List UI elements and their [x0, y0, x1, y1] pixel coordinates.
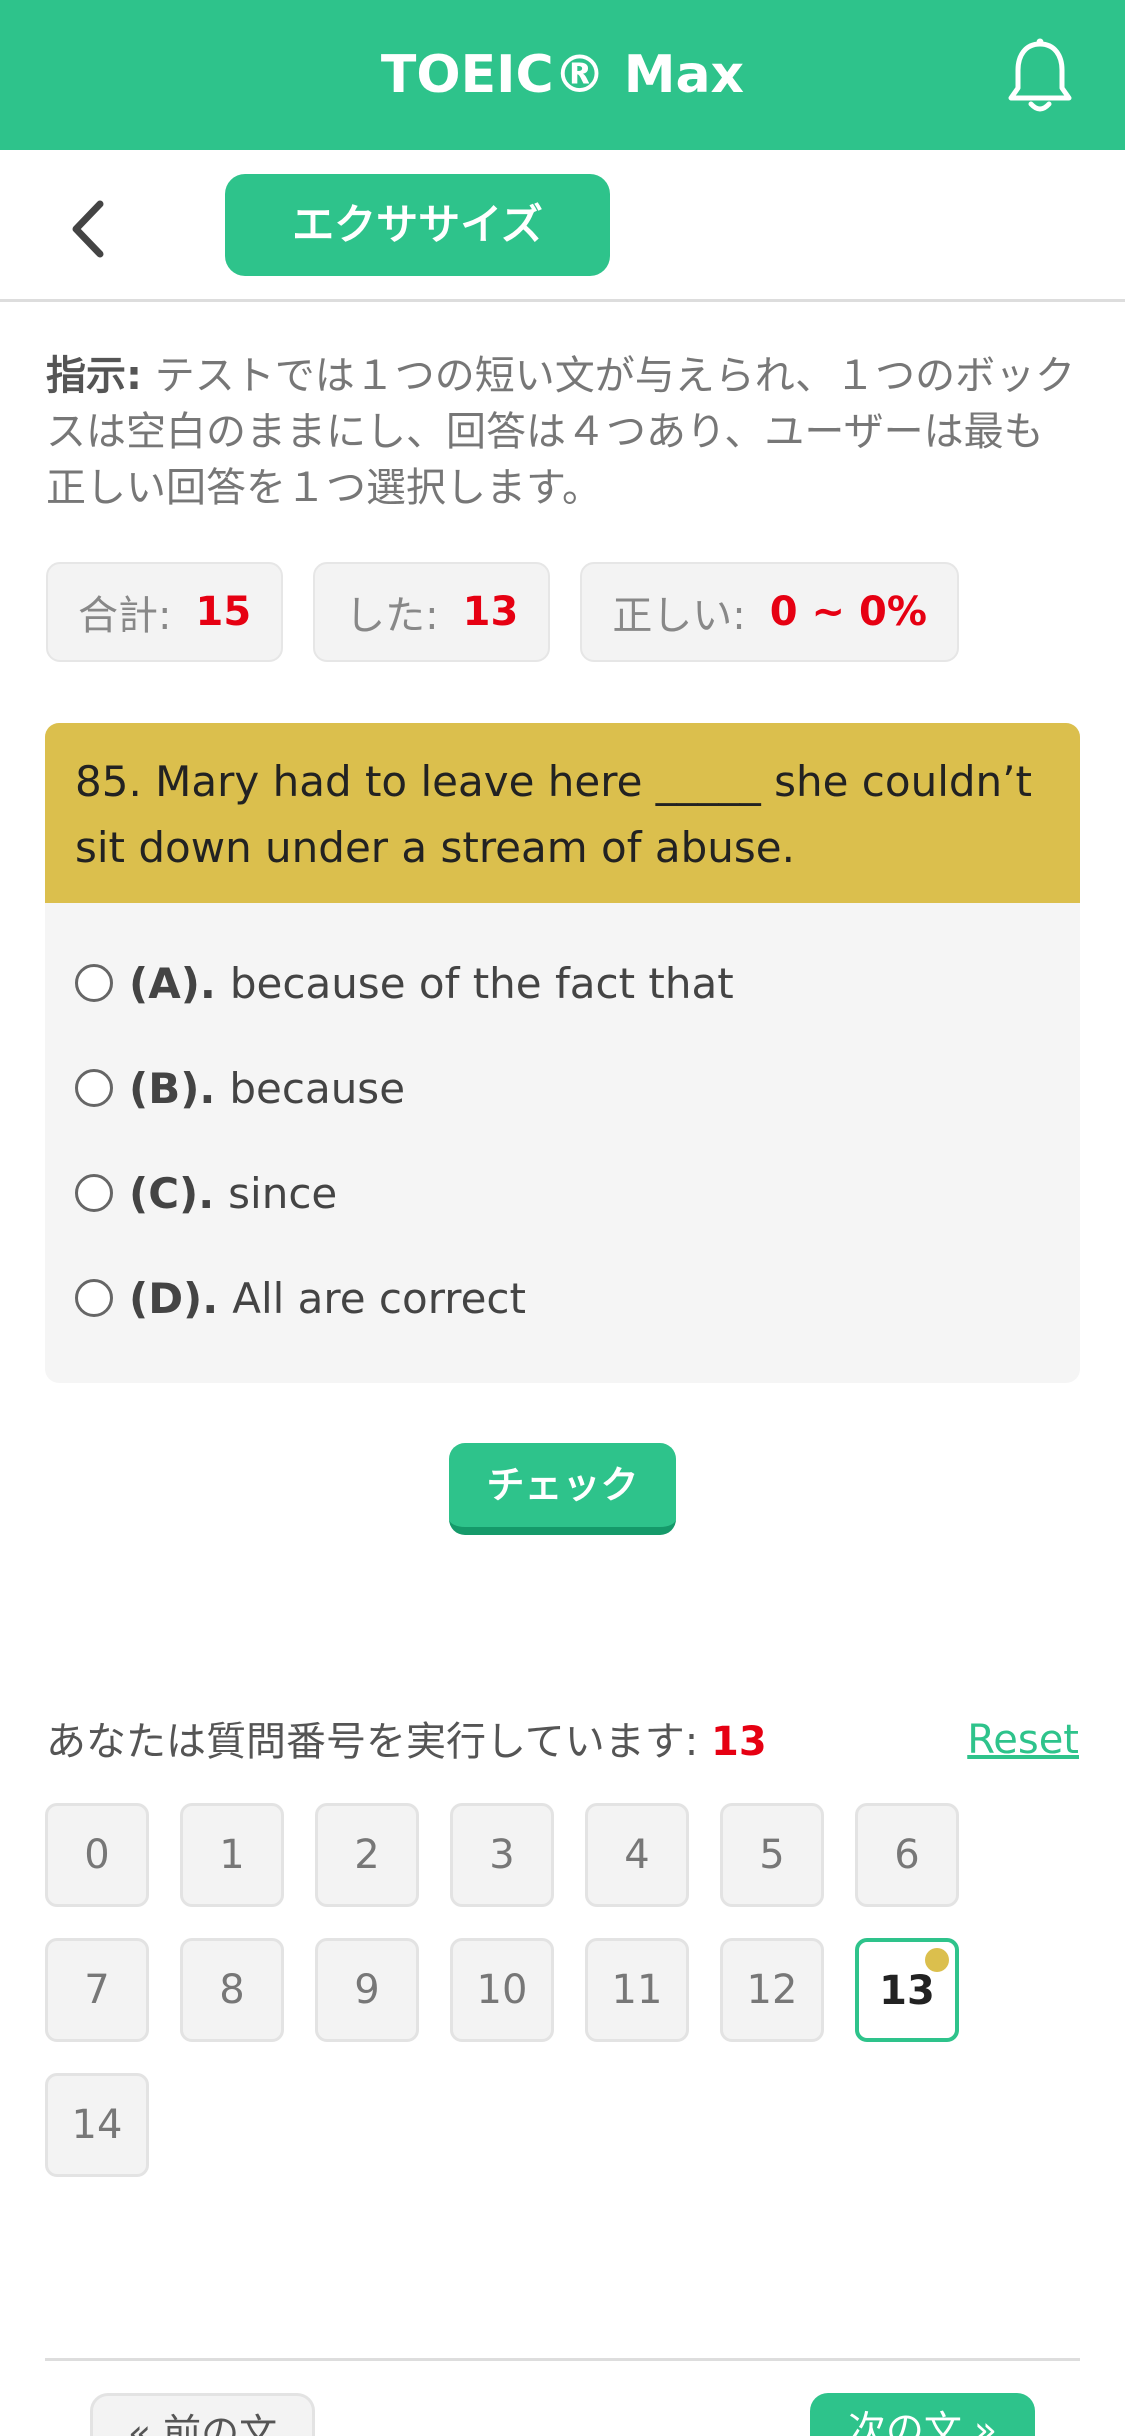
stat-correct-value: 0 ~ 0% — [769, 589, 927, 635]
question-number-13-current[interactable]: 13 — [855, 1938, 959, 2042]
stat-total: 合計: 15 — [46, 562, 284, 662]
stat-done-label: した: — [345, 593, 439, 639]
question-number-8[interactable]: 8 — [180, 1938, 284, 2042]
option-label: (C). — [129, 1168, 215, 1218]
option-text: because — [229, 1063, 406, 1113]
current-question-number: 13 — [711, 1719, 767, 1765]
reset-link[interactable]: Reset — [967, 1710, 1079, 1770]
stat-done-value: 13 — [462, 589, 519, 635]
radio-button[interactable] — [75, 964, 113, 1002]
current-indicator-dot — [925, 1948, 949, 1972]
tab-exercise[interactable]: エクササイズ — [225, 174, 610, 276]
instructions: 指示: テストでは１つの短い文が与えられ、１つのボックスは空白のままにし、回答は… — [46, 348, 1081, 516]
option-label: (B). — [129, 1063, 216, 1113]
divider — [45, 2358, 1080, 2361]
question-number-6[interactable]: 6 — [855, 1803, 959, 1907]
question-number-2[interactable]: 2 — [315, 1803, 419, 1907]
question-number-12[interactable]: 12 — [720, 1938, 824, 2042]
option-a[interactable]: (A). because of the fact that — [75, 948, 734, 1018]
instructions-text: テストでは１つの短い文が与えられ、１つのボックスは空白のままにし、回答は４つあり… — [46, 353, 1076, 511]
question-card: 85. Mary had to leave here _____ she cou… — [45, 723, 1080, 1383]
question-number-11[interactable]: 11 — [585, 1938, 689, 2042]
stat-correct-label: 正しい: — [612, 593, 746, 639]
question-number-10[interactable]: 10 — [450, 1938, 554, 2042]
stat-correct: 正しい: 0 ~ 0% — [580, 562, 959, 662]
question-number-label: 13 — [879, 1968, 935, 2014]
radio-button[interactable] — [75, 1069, 113, 1107]
progress-text: あなたは質問番号を実行しています: 13 — [46, 1712, 767, 1772]
question-number-3[interactable]: 3 — [450, 1803, 554, 1907]
chevron-left-icon[interactable] — [60, 194, 120, 264]
app-title: TOEIC® Max — [380, 45, 745, 105]
option-d[interactable]: (D). All are correct — [75, 1263, 526, 1333]
check-button[interactable]: チェック — [449, 1443, 676, 1535]
question-text: 85. Mary had to leave here _____ she cou… — [45, 723, 1080, 903]
option-text: since — [228, 1168, 338, 1218]
option-b[interactable]: (B). because — [75, 1053, 405, 1123]
question-number-9[interactable]: 9 — [315, 1938, 419, 2042]
option-c[interactable]: (C). since — [75, 1158, 337, 1228]
stats-row: 合計: 15 した: 13 正しい: 0 ~ 0% — [46, 562, 959, 662]
stat-done: した: 13 — [313, 562, 551, 662]
option-label: (A). — [129, 958, 216, 1008]
stat-total-label: 合計: — [78, 593, 172, 639]
question-number-1[interactable]: 1 — [180, 1803, 284, 1907]
prev-sentence-button[interactable]: « 前の文 — [90, 2393, 315, 2436]
next-sentence-button[interactable]: 次の文 » — [810, 2393, 1035, 2436]
app-bar: TOEIC® Max — [0, 0, 1125, 150]
question-number-0[interactable]: 0 — [45, 1803, 149, 1907]
bell-icon[interactable] — [1005, 36, 1075, 116]
question-number-14[interactable]: 14 — [45, 2073, 149, 2177]
sub-bar: エクササイズ — [0, 150, 1125, 302]
radio-button[interactable] — [75, 1174, 113, 1212]
radio-button[interactable] — [75, 1279, 113, 1317]
option-text: All are correct — [232, 1273, 526, 1323]
progress-label: あなたは質問番号を実行しています: — [46, 1719, 699, 1765]
question-number-5[interactable]: 5 — [720, 1803, 824, 1907]
option-text: because of the fact that — [229, 958, 734, 1008]
option-label: (D). — [129, 1273, 219, 1323]
question-number-4[interactable]: 4 — [585, 1803, 689, 1907]
stat-total-value: 15 — [195, 589, 252, 635]
instructions-label: 指示: — [46, 353, 142, 399]
question-number-7[interactable]: 7 — [45, 1938, 149, 2042]
